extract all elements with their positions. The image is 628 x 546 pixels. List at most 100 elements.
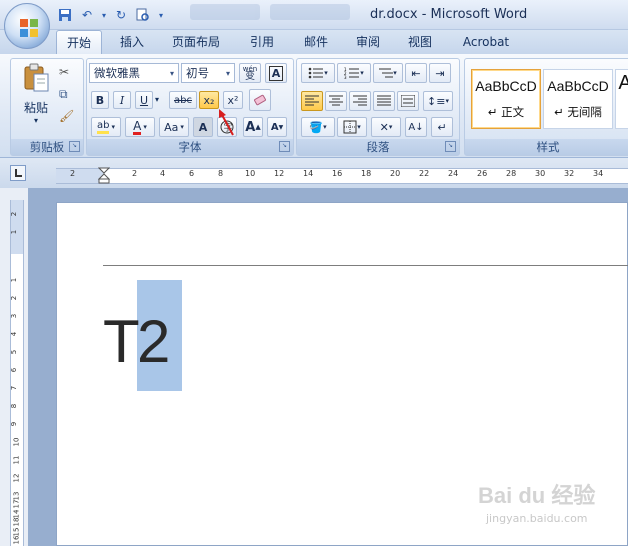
ruler-label: 9 — [10, 421, 19, 427]
eraser-icon — [254, 94, 266, 106]
sort-icon: A↓ — [408, 121, 424, 133]
vertical-ruler[interactable]: 2 1 1 2 3 4 5 6 7 8 9 10 11 12 13 14 15 … — [10, 200, 24, 546]
ruler-label: 5 — [10, 349, 19, 355]
watermark-brand: Bai du 经验 — [478, 483, 596, 508]
tab-page-layout[interactable]: 页面布局 — [166, 30, 226, 54]
redo-icon[interactable]: ↻ — [112, 6, 130, 24]
tab-selector[interactable] — [10, 165, 26, 181]
sort-button[interactable]: A↓ — [405, 117, 427, 137]
paste-icon — [24, 63, 49, 92]
paste-button[interactable]: 粘贴 ▾ — [17, 63, 55, 127]
ruler-label: 2 — [132, 169, 138, 178]
ruler-label: 10 — [245, 169, 256, 178]
paint-bucket-icon: 🪣 — [309, 120, 324, 134]
ruler-label: 10 — [12, 437, 21, 447]
ruler-label: 34 — [593, 169, 604, 178]
distributed-button[interactable] — [397, 91, 419, 111]
bullets-button[interactable]: ▾ — [301, 63, 335, 83]
paste-label: 粘贴 — [23, 101, 48, 115]
text-highlight-label: ab — [97, 120, 110, 134]
shading-button[interactable]: 🪣 ▾ — [301, 117, 335, 137]
font-launcher-icon[interactable]: ↘ — [279, 141, 290, 152]
tab-home[interactable]: 开始 — [56, 30, 102, 54]
style-normal-card[interactable]: AaBbCcD ↵ 正文 — [471, 69, 541, 129]
ribbon: 粘贴 ▾ ✂ ⧉ 🖌 剪贴板 ↘ 微软雅黑 ▾ 初号 ▾ wén 变 A B I U … — [0, 54, 628, 158]
customize-qat-icon[interactable]: ▾ — [156, 6, 166, 24]
tab-review[interactable]: 审阅 — [346, 30, 390, 54]
print-preview-icon[interactable] — [134, 6, 152, 24]
ruler-label: 18 — [361, 169, 372, 178]
ruler-label: 30 — [535, 169, 546, 178]
increase-indent-button[interactable]: ⇥ — [429, 63, 451, 83]
ribbon-tab-bar: 开始 插入 页面布局 引用 邮件 审阅 视图 Acrobat — [0, 30, 628, 54]
numbering-button[interactable]: 1 2 3 ▾ — [337, 63, 371, 83]
horizontal-ruler[interactable]: 2 2 4 6 8 10 12 14 16 18 20 22 24 26 28 … — [56, 167, 628, 185]
grow-font-button[interactable]: A ▲ — [243, 117, 263, 137]
font-color-button[interactable]: A ▾ — [125, 117, 155, 137]
tab-acrobat[interactable]: Acrobat — [456, 30, 516, 54]
copy-icon[interactable]: ⧉ — [59, 87, 68, 102]
justify-button[interactable] — [373, 91, 395, 111]
chevron-down-icon: ▾ — [180, 123, 184, 131]
text-highlight-button[interactable]: ab ▾ — [91, 117, 121, 137]
style-no-spacing-card[interactable]: AaBbCcD ↵ 无间隔 — [543, 69, 613, 129]
style-heading-card[interactable]: A — [615, 69, 628, 129]
baidu-watermark: Bai du 经验 jingyan.baidu.com — [478, 478, 618, 536]
decrease-indent-button[interactable]: ⇤ — [405, 63, 427, 83]
paragraph-launcher-icon[interactable]: ↘ — [445, 141, 456, 152]
line-spacing-button[interactable]: ↕≡ ▾ — [423, 91, 453, 111]
tab-insert[interactable]: 插入 — [110, 30, 154, 54]
tab-view[interactable]: 视图 — [398, 30, 442, 54]
ruler-label: 32 — [564, 169, 575, 178]
chevron-down-icon: ▾ — [324, 69, 328, 77]
ruler-label: 2 — [70, 169, 76, 178]
ruler-label: 26 — [477, 169, 488, 178]
multilevel-list-button[interactable]: ▾ — [373, 63, 403, 83]
character-border-button[interactable]: A — [265, 63, 287, 83]
group-label-font: 字体 ↘ — [87, 139, 293, 155]
bold-button[interactable]: B — [91, 91, 109, 109]
document-text-selected-char[interactable]: 2 — [137, 302, 170, 382]
italic-button[interactable]: I — [113, 91, 131, 109]
phonetic-guide-button[interactable]: wén 变 — [239, 63, 261, 83]
group-clipboard: 粘贴 ▾ ✂ ⧉ 🖌 剪贴板 ↘ — [10, 58, 84, 156]
align-left-button[interactable] — [301, 91, 323, 111]
undo-dropdown-icon[interactable]: ▾ — [100, 6, 108, 24]
format-painter-icon[interactable]: 🖌 — [59, 109, 74, 123]
paste-dropdown-icon[interactable]: ▾ — [34, 116, 38, 125]
watermark-url: jingyan.baidu.com — [486, 512, 588, 525]
document-text-char[interactable]: T — [103, 302, 140, 382]
align-left-icon — [305, 95, 319, 106]
indent-marker-icon[interactable] — [98, 167, 110, 185]
line-spacing-icon: ↕≡ — [427, 94, 446, 108]
character-shading-button[interactable]: A — [193, 117, 213, 137]
header-divider-line — [103, 265, 628, 266]
quick-access-toolbar: ↶ ▾ ↻ ▾ — [56, 5, 166, 25]
chevron-down-icon: ▾ — [169, 68, 174, 78]
style-no-spacing-name: ↵ 无间隔 — [554, 105, 602, 119]
clipboard-launcher-icon[interactable]: ↘ — [69, 141, 80, 152]
office-button[interactable] — [4, 3, 50, 49]
svg-text:3: 3 — [344, 75, 347, 79]
align-right-button[interactable] — [349, 91, 371, 111]
ruler-label: 24 — [448, 169, 459, 178]
change-case-button[interactable]: Aa ▾ — [159, 117, 189, 137]
cut-icon[interactable]: ✂ — [59, 65, 69, 79]
chinese-layout-button[interactable]: ✕ ▾ — [371, 117, 401, 137]
undo-icon[interactable]: ↶ — [78, 6, 96, 24]
style-no-spacing-sample: AaBbCcD — [547, 78, 609, 94]
show-marks-button[interactable]: ↵ — [431, 117, 453, 137]
save-icon[interactable] — [56, 6, 74, 24]
underline-button[interactable]: U — [135, 91, 153, 109]
tab-mailings[interactable]: 邮件 — [294, 30, 338, 54]
strikethrough-button[interactable]: abc — [169, 91, 197, 109]
underline-dropdown-icon[interactable]: ▾ — [155, 95, 159, 104]
font-name-combo[interactable]: 微软雅黑 ▾ — [89, 63, 179, 83]
distributed-icon — [401, 95, 415, 107]
tab-references[interactable]: 引用 — [240, 30, 284, 54]
clear-formatting-button[interactable] — [249, 89, 271, 111]
shrink-font-button[interactable]: A ▼ — [267, 117, 287, 137]
align-center-button[interactable] — [325, 91, 347, 111]
font-size-combo[interactable]: 初号 ▾ — [181, 63, 235, 83]
borders-button[interactable]: ▾ — [337, 117, 367, 137]
